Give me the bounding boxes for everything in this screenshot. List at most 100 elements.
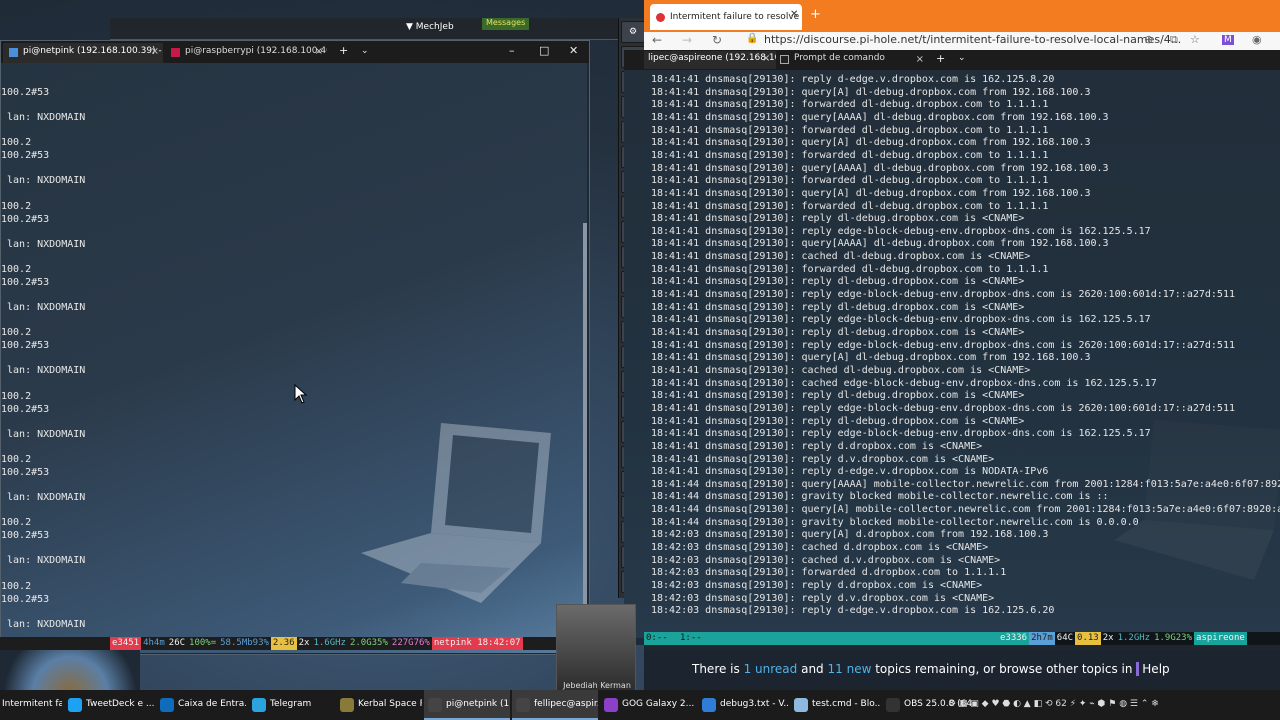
log-line: 18:41:41 dnsmasq[29130]: reply d.v.dropb… <box>651 453 995 465</box>
taskbar-item-label: debug3.txt - V... <box>720 699 788 709</box>
right-window-titlebar[interactable]: lipec@aspireone (192.168.10( × Prompt de… <box>624 50 1280 70</box>
status-segment: 26C <box>166 637 188 650</box>
new-tab-icon[interactable]: + <box>936 52 945 65</box>
back-icon[interactable]: ← <box>652 33 662 47</box>
status-segment: e3336 <box>998 632 1030 645</box>
raspberry-icon <box>171 48 180 57</box>
close-window-icon[interactable]: ✕ <box>569 44 578 57</box>
close-tab-icon[interactable]: × <box>762 53 770 64</box>
chevron-down-icon[interactable]: ⌄ <box>958 53 966 63</box>
forward-icon[interactable]: → <box>682 33 692 47</box>
left-terminal-window[interactable]: pi@netpink (192.168.100.39) - b × pi@ras… <box>0 40 590 655</box>
tab-prompt[interactable]: Prompt de comando × <box>778 51 928 69</box>
taskbar-item[interactable]: Telegram <box>248 690 334 720</box>
terminal-line: lan: NXDOMAIN <box>1 239 86 250</box>
log-line: 18:41:41 dnsmasq[29130]: reply edge-bloc… <box>651 428 1151 440</box>
app-icon <box>68 698 82 712</box>
terminal-line: lan: NXDOMAIN <box>1 175 86 186</box>
account-icon[interactable]: ◉ <box>1252 33 1262 46</box>
lock-icon: 🔒 <box>746 33 759 44</box>
chevron-down-icon[interactable]: ⌄ <box>361 46 369 56</box>
tray-icons[interactable]: ⚙ ▦ ▣ ◆ ♥ ⬣ ◐ ▲ ◧ ⟲ <box>948 699 1055 709</box>
log-line: 18:42:03 dnsmasq[29130]: query[A] d.drop… <box>651 529 1049 541</box>
messages-tab[interactable]: Messages <box>482 18 530 30</box>
log-line: 18:41:41 dnsmasq[29130]: reply edge-bloc… <box>651 225 1151 237</box>
log-line: 18:41:41 dnsmasq[29130]: reply edge-bloc… <box>651 314 1151 326</box>
system-tray[interactable]: ⚙ ▦ ▣ ◆ ♥ ⬣ ◐ ▲ ◧ ⟲ 62 ⚡ ✦ ⌁ ⬢ ⚑ ◍ ☰ ⌃ ❄ <box>948 699 1159 709</box>
log-line: 18:42:03 dnsmasq[29130]: reply d-edge.v.… <box>651 605 1055 617</box>
browser-tab-topic[interactable]: Intermitent failure to resolve loc <box>650 4 802 30</box>
terminal-line: 100.2#53 <box>1 87 50 98</box>
close-tab-icon[interactable]: × <box>315 46 323 57</box>
star-icon[interactable]: ☆ <box>1190 33 1200 46</box>
app-icon <box>794 698 808 712</box>
taskbar-item[interactable]: Caixa de Entra... <box>156 690 246 720</box>
taskbar-item[interactable]: pi@netpink (1... <box>424 690 510 720</box>
ksp-toolbar-button[interactable]: ⚙ <box>621 21 645 43</box>
mechjeb-tab[interactable]: ▼ MechJeb <box>400 20 460 36</box>
unread-link[interactable]: 1 unread <box>744 662 798 676</box>
taskbar-item[interactable]: GOG Galaxy 2... <box>600 690 696 720</box>
log-line: 18:41:41 dnsmasq[29130]: reply edge-bloc… <box>651 339 1235 351</box>
log-line: 18:42:03 dnsmasq[29130]: cached d.dropbo… <box>651 542 989 554</box>
taskbar-item[interactable]: TweetDeck e ... <box>64 690 154 720</box>
log-line: 18:41:41 dnsmasq[29130]: forwarded dl-de… <box>651 200 1049 212</box>
pihole-favicon-icon <box>656 13 665 22</box>
log-line: 18:41:41 dnsmasq[29130]: reply edge-bloc… <box>651 402 1235 414</box>
close-tab-icon[interactable]: × <box>916 54 924 65</box>
right-terminal-window[interactable]: lipec@aspireone (192.168.10( × Prompt de… <box>624 50 1280 645</box>
help-link[interactable]: Help <box>1136 662 1170 676</box>
taskbar-item[interactable]: Kerbal Space P... <box>336 690 422 720</box>
kerbal-portrait[interactable]: Jebediah Kerman <box>556 604 636 692</box>
left-window-titlebar[interactable]: pi@netpink (192.168.100.39) - b × pi@ras… <box>1 41 589 63</box>
scrollbar[interactable] <box>583 223 587 653</box>
browser-tabstrip: Intermitent failure to resolve loc ✕ + <box>644 0 1280 32</box>
log-line: 18:41:41 dnsmasq[29130]: forwarded dl-de… <box>651 124 1049 136</box>
new-link[interactable]: 11 new <box>828 662 872 676</box>
log-line: 18:41:44 dnsmasq[29130]: query[A] mobile… <box>651 504 1280 516</box>
log-line: 18:41:41 dnsmasq[29130]: reply dl-debug.… <box>651 327 1025 338</box>
tray-more-icons[interactable]: ⚡ ✦ ⌁ ⬢ ⚑ ◍ ☰ ⌃ ❄ <box>1070 699 1159 709</box>
log-line: 18:41:41 dnsmasq[29130]: forwarded dl-de… <box>651 175 1049 187</box>
tab-netpink[interactable]: pi@netpink (192.168.100.39) - b × <box>3 43 163 63</box>
taskbar-item[interactable]: Intermitent fai... <box>0 690 62 720</box>
close-tab-icon[interactable]: × <box>151 46 159 57</box>
url-input[interactable]: https://discourse.pi-hole.net/t/intermit… <box>764 33 1181 46</box>
close-tab-icon[interactable]: ✕ <box>790 9 798 20</box>
terminal-line: lan: NXDOMAIN <box>1 302 86 313</box>
log-line: 18:41:41 dnsmasq[29130]: reply d-edge.v.… <box>651 466 1049 478</box>
status-segment: 2.0G35% <box>347 637 390 650</box>
log-line: 18:41:41 dnsmasq[29130]: reply dl-debug.… <box>651 415 1025 427</box>
terminal-line: 100.2 <box>1 137 32 148</box>
maximize-icon[interactable]: □ <box>539 44 549 57</box>
reload-icon[interactable]: ↻ <box>712 33 722 47</box>
taskbar-item[interactable]: fellipec@aspir... <box>512 690 598 720</box>
left-terminal-output[interactable]: 100.2#53 lan: NXDOMAIN 100.2 100.2#53 lan:… <box>1 63 587 653</box>
taskbar-item[interactable]: debug3.txt - V... <box>698 690 788 720</box>
taskbar-item[interactable]: test.cmd - Blo... <box>790 690 880 720</box>
status-segment: e3451 <box>110 637 142 650</box>
tab-aspireone[interactable]: lipec@aspireone (192.168.10( <box>644 51 776 69</box>
reader-icon[interactable]: ⊕ <box>1144 33 1153 46</box>
status-segment: 2x <box>1100 632 1116 645</box>
new-tab-icon[interactable]: + <box>810 7 821 22</box>
log-line: 18:41:44 dnsmasq[29130]: query[AAAA] mob… <box>651 478 1280 490</box>
new-tab-icon[interactable]: + <box>339 44 348 57</box>
log-line: 18:41:41 dnsmasq[29130]: forwarded dl-de… <box>651 99 1049 111</box>
app-icon <box>160 698 174 712</box>
log-line: 18:42:03 dnsmasq[29130]: cached d.v.drop… <box>651 554 1001 566</box>
extension-icon[interactable]: M <box>1222 35 1234 45</box>
minimize-icon[interactable]: – <box>509 44 515 57</box>
tab-raspberrypi[interactable]: pi@raspberrypi (192.168.100.40 × <box>165 43 327 63</box>
log-line: 18:41:41 dnsmasq[29130]: query[A] dl-deb… <box>651 352 1091 364</box>
right-terminal-output[interactable]: 18:41:41 dnsmasq[29130]: reply d-edge.v.… <box>624 70 1280 638</box>
taskbar-item-label: Kerbal Space P... <box>358 699 422 709</box>
window-indicator[interactable]: 1:-- <box>678 632 998 645</box>
share-icon[interactable]: ⧉ <box>1170 33 1178 47</box>
log-line: 18:41:41 dnsmasq[29130]: reply dl-debug.… <box>651 213 1025 225</box>
log-line: 18:41:41 dnsmasq[29130]: query[A] dl-deb… <box>651 137 1091 149</box>
log-line: 18:41:41 dnsmasq[29130]: query[A] dl-deb… <box>651 86 1091 98</box>
window-indicator[interactable]: 0:-- <box>644 632 678 645</box>
taskbar-item-label: fellipec@aspir... <box>534 699 598 709</box>
log-line: 18:41:41 dnsmasq[29130]: reply dl-debug.… <box>651 301 1025 313</box>
